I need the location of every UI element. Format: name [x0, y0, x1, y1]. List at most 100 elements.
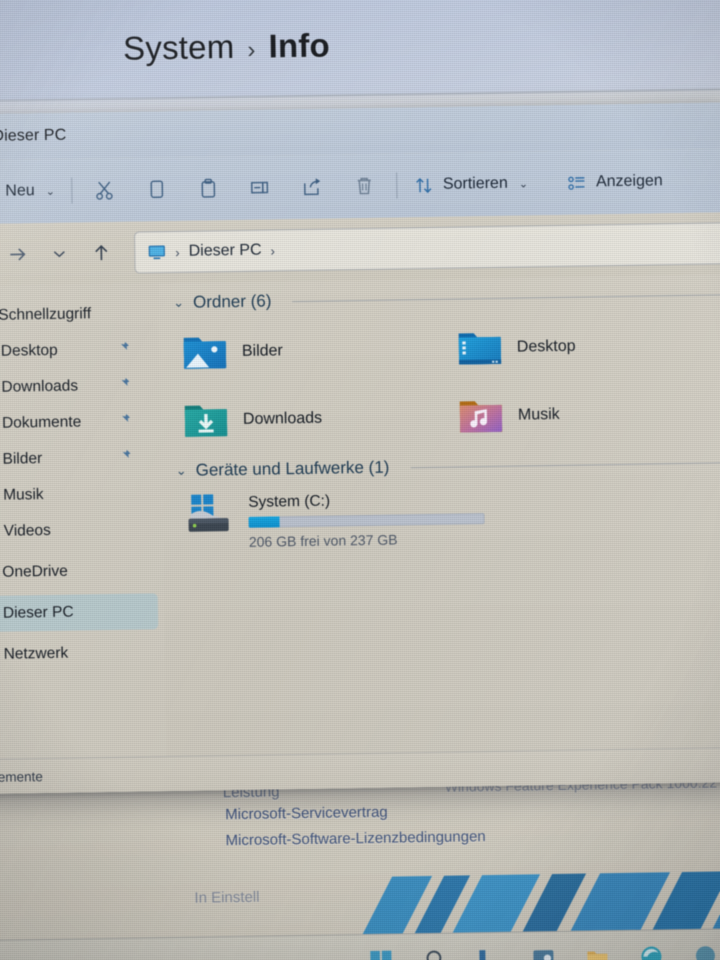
pin-icon-downloads[interactable] [116, 377, 130, 393]
sidebar-label-this-pc: Dieser PC [2, 603, 74, 622]
folder-item-musik[interactable]: Musik [457, 378, 720, 450]
breadcrumb-current: Info [268, 26, 331, 65]
group-rule [292, 293, 720, 302]
copy-icon [145, 178, 167, 200]
sidebar-item-music[interactable]: Musik [0, 475, 156, 514]
pin-icon-documents[interactable] [117, 413, 131, 429]
screen-surface: System › Info Leistung Windows Feature E… [0, 0, 720, 960]
folder-label-desktop: Desktop [516, 337, 576, 356]
sidebar-item-this-pc[interactable]: › Dieser PC [0, 593, 159, 633]
folder-item-bilder[interactable]: Bilder [181, 315, 457, 387]
rename-icon [249, 176, 271, 198]
explorer-body: ⌄ Schnellzugriff [0, 274, 720, 795]
search-icon[interactable] [423, 948, 447, 960]
sidebar-item-network[interactable]: › Netzwerk [0, 634, 159, 673]
downloads-folder-icon [183, 400, 230, 441]
chevron-down-icon-sort: ⌄ [518, 177, 529, 191]
sidebar-item-videos[interactable]: Videos [0, 511, 157, 550]
sort-arrows-icon [413, 174, 434, 195]
link-microsoft-service-agreement[interactable]: Microsoft-Servicevertrag [225, 804, 388, 824]
sort-button[interactable]: Sortieren ⌄ [403, 162, 539, 206]
group-rule-drives [410, 461, 720, 468]
address-separator-trail[interactable]: › [270, 243, 275, 258]
breadcrumb-separator-icon: › [247, 36, 256, 64]
sidebar-label-desktop: Desktop [0, 341, 58, 360]
task-view-icon[interactable] [477, 947, 501, 960]
address-bar[interactable]: › Dieser PC › [133, 222, 720, 274]
arrow-up-icon [95, 244, 108, 261]
group-title-folders: Ordner (6) [192, 291, 272, 312]
view-button[interactable]: Anzeigen [556, 160, 673, 204]
sidebar-item-onedrive[interactable]: › OneDrive [0, 552, 158, 591]
group-title-drives: Geräte und Laufwerke (1) [195, 457, 390, 480]
widgets-icon[interactable] [531, 946, 555, 960]
group-header-folders[interactable]: ⌄ Ordner (6) [159, 284, 720, 313]
folder-label-musik: Musik [517, 405, 560, 424]
forward-button[interactable] [0, 234, 39, 275]
sidebar-item-pictures[interactable]: Bilder [0, 439, 156, 478]
drive-label-system-c: System (C:) [248, 492, 331, 511]
windows-drive-icon [184, 492, 235, 539]
up-button[interactable] [80, 233, 123, 274]
breadcrumb-parent[interactable]: System [123, 28, 235, 68]
paste-button[interactable] [182, 167, 235, 210]
status-item-count: 7 Elemente [0, 768, 43, 785]
sidebar-item-quick-access[interactable]: ⌄ Schnellzugriff [0, 295, 154, 334]
chevron-down-icon-folders[interactable]: ⌄ [173, 295, 184, 311]
view-list-icon [566, 172, 587, 193]
sort-button-label: Sortieren [442, 174, 508, 193]
group-header-drives[interactable]: ⌄ Geräte und Laufwerke (1) [162, 452, 720, 481]
address-this-pc-icon [147, 243, 166, 262]
folder-item-desktop[interactable]: Desktop [456, 310, 720, 382]
sidebar-label-videos: Videos [3, 521, 51, 540]
explorer-content-pane[interactable]: ⌄ Ordner (6) Bilder Desktop Downloads Mu… [158, 274, 720, 792]
pin-icon-desktop[interactable] [116, 341, 130, 357]
pictures-folder-icon [182, 332, 229, 373]
sidebar-label-music: Musik [2, 486, 44, 504]
new-button[interactable]: Neu ⌄ [0, 170, 65, 214]
toolbar-divider-2 [395, 172, 398, 199]
sidebar-item-downloads[interactable]: Downloads [0, 367, 155, 406]
cut-button[interactable] [78, 169, 131, 212]
sidebar-item-desktop[interactable]: Desktop [0, 331, 154, 370]
sidebar-label-documents: Dokumente [1, 413, 82, 432]
chevron-down-icon: ⌄ [45, 185, 56, 198]
share-icon [301, 176, 323, 198]
music-folder-icon [458, 396, 505, 437]
trash-icon [353, 175, 375, 197]
recent-locations-button[interactable] [38, 233, 81, 274]
edge-icon[interactable] [639, 944, 663, 960]
app-icon[interactable] [693, 944, 717, 960]
address-separator-lead: › [175, 244, 180, 260]
drive-info: System (C:) 206 GB frei von 237 GB [248, 488, 485, 550]
drive-capacity-bar [248, 513, 485, 528]
delete-button[interactable] [338, 165, 391, 208]
file-explorer-icon[interactable] [585, 945, 609, 960]
view-button-label: Anzeigen [595, 172, 663, 191]
chevron-down-icon [53, 251, 65, 258]
taskbar-icon-group [369, 944, 717, 960]
rename-button[interactable] [234, 166, 287, 209]
address-segment-this-pc[interactable]: Dieser PC [189, 242, 262, 261]
copy-button[interactable] [130, 168, 183, 211]
sidebar-label-pictures: Bilder [2, 450, 43, 468]
new-button-label: Neu [5, 182, 35, 200]
scissors-icon [93, 179, 115, 201]
sidebar-label-quick-access: Schnellzugriff [0, 305, 92, 324]
navigation-pane[interactable]: ⌄ Schnellzugriff [0, 283, 167, 795]
pin-icon-pictures[interactable] [117, 449, 131, 465]
arrow-right-icon [10, 248, 26, 261]
drive-item-system-c[interactable]: System (C:) 206 GB frei von 237 GB [162, 478, 720, 551]
start-windows-icon[interactable] [369, 949, 393, 960]
window-title: Dieser PC [0, 126, 67, 145]
link-microsoft-license-terms[interactable]: Microsoft-Software-Lizenzbedingungen [225, 828, 485, 849]
toolbar-divider [70, 177, 73, 204]
chevron-down-icon-drives[interactable]: ⌄ [176, 463, 187, 479]
folder-tiles: Bilder Desktop Downloads Musik [159, 310, 720, 455]
settings-header-band [0, 0, 720, 101]
file-explorer-window[interactable]: Dieser PC Neu ⌄ Sortieren ⌄ Anzeigen › D… [0, 102, 720, 795]
sidebar-item-documents[interactable]: Dokumente [0, 403, 155, 442]
desktop-folder-icon [457, 328, 504, 369]
folder-item-downloads[interactable]: Downloads [182, 383, 458, 455]
share-button[interactable] [286, 165, 339, 208]
